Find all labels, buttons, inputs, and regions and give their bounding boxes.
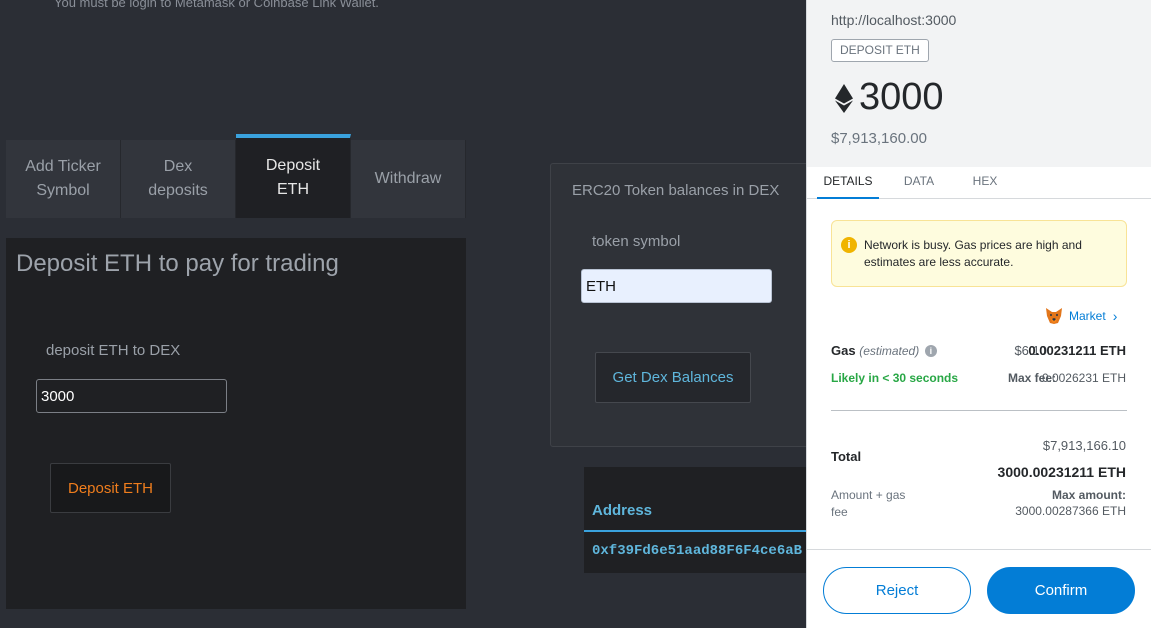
deposit-amount-input[interactable] — [36, 379, 227, 413]
max-amount-label: Max amount: — [1051, 488, 1126, 502]
deposit-eth-panel: Deposit ETH to pay for trading deposit E… — [6, 238, 466, 609]
origin-url: http://localhost:3000 — [831, 12, 957, 28]
tab-details[interactable]: DETAILS — [817, 167, 879, 199]
gas-market-selector[interactable]: Market › — [1045, 307, 1117, 325]
token-symbol-input[interactable] — [581, 269, 772, 303]
metamask-header: http://localhost:3000 DEPOSIT ETH 3000 $… — [807, 0, 1151, 167]
total-label: Total — [831, 449, 862, 464]
gas-title: Gas — [831, 343, 856, 358]
metamask-footer: Reject Confirm — [807, 549, 1151, 628]
get-dex-balances-button[interactable]: Get Dex Balances — [595, 352, 751, 403]
confirm-button[interactable]: Confirm — [987, 567, 1135, 614]
metamask-confirm-popup: http://localhost:3000 DEPOSIT ETH 3000 $… — [806, 0, 1151, 628]
deposit-amount-label: deposit ETH to DEX — [46, 342, 181, 359]
metamask-fox-icon — [1046, 308, 1062, 324]
gas-label: Gas (estimated) i — [831, 343, 937, 358]
login-note: You must be login to Metamask or Coinbas… — [54, 0, 379, 10]
transaction-type-badge: DEPOSIT ETH — [831, 39, 929, 62]
balances-table: Address 0xf39Fd6e51aad88F6F4ce6aB — [584, 467, 814, 573]
deposit-panel-title: Deposit ETH to pay for trading — [16, 250, 339, 277]
gas-info-icon[interactable]: i — [924, 345, 937, 357]
tab-deposit-eth[interactable]: Deposit ETH — [236, 134, 351, 218]
gas-eth: 0.00231211 ETH — [1028, 343, 1126, 358]
transaction-amount: 3000 — [859, 76, 944, 118]
tab-hex[interactable]: HEX — [961, 167, 1009, 199]
max-fee-value: 0.0026231 ETH — [1041, 371, 1126, 385]
deposit-eth-button[interactable]: Deposit ETH — [50, 463, 171, 513]
transaction-fiat-value: $7,913,160.00 — [831, 130, 927, 147]
market-label: Market — [1069, 309, 1106, 323]
max-amount-value: 3000.00287366 ETH — [1015, 504, 1126, 518]
tab-dex-deposits[interactable]: Dex deposits — [121, 140, 236, 218]
erc20-panel-title: ERC20 Token balances in DEX — [572, 182, 780, 199]
chevron-right-icon: › — [1112, 308, 1118, 324]
gas-estimated-note: (estimated) — [859, 344, 920, 358]
tab-data[interactable]: DATA — [895, 167, 943, 199]
amount-plus-gas-label: Amount + gas fee — [831, 488, 906, 519]
tab-add-ticker-symbol[interactable]: Add Ticker Symbol — [6, 140, 121, 218]
total-fiat: $7,913,166.10 — [1042, 438, 1126, 453]
address-cell: 0xf39Fd6e51aad88F6F4ce6aB — [592, 543, 803, 559]
network-busy-warning: i Network is busy. Gas prices are high a… — [831, 220, 1127, 287]
address-column-header: Address — [584, 497, 814, 532]
reject-button[interactable]: Reject — [823, 567, 971, 614]
divider — [831, 410, 1127, 411]
gas-time-estimate: Likely in < 30 seconds — [831, 371, 959, 385]
warning-text: Network is busy. Gas prices are high and… — [864, 238, 1082, 269]
tab-withdraw[interactable]: Withdraw — [351, 140, 466, 218]
ethereum-icon — [835, 84, 853, 113]
total-eth: 3000.00231211 ETH — [997, 464, 1126, 480]
metamask-tabs: DETAILS DATA HEX — [807, 167, 1151, 199]
info-warning-icon: i — [841, 237, 857, 253]
token-symbol-label: token symbol — [592, 233, 681, 250]
erc20-balances-panel: ERC20 Token balances in DEX token symbol… — [550, 163, 820, 447]
dex-tab-bar: Add Ticker Symbol Dex deposits Deposit E… — [6, 134, 466, 218]
